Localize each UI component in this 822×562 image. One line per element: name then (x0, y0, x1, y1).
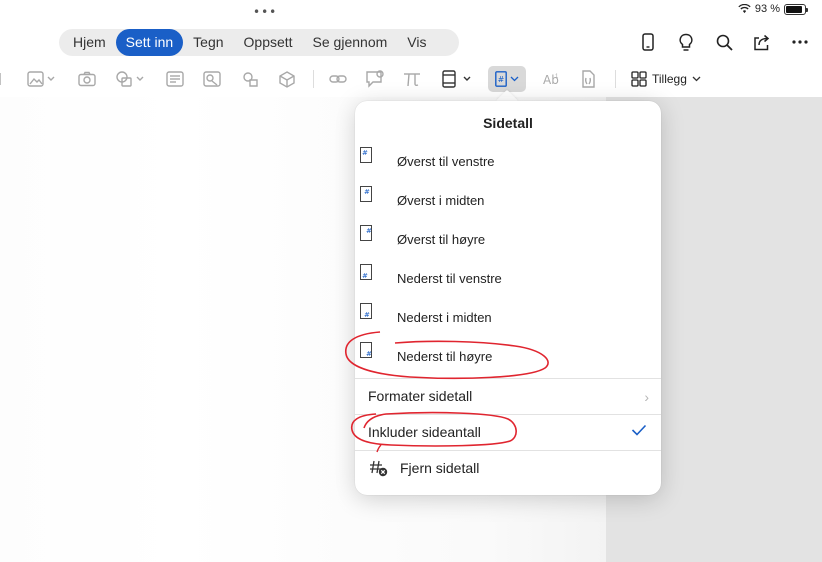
option-bottom-right[interactable]: # Nederst til høyre (355, 342, 661, 372)
format-label: Formater sidetall (368, 388, 473, 404)
tab-se-gjennom[interactable]: Se gjennom (303, 29, 398, 56)
multitasking-dots[interactable]: ••• (253, 5, 277, 19)
page-top-right-icon: # (360, 225, 372, 241)
equation-icon[interactable] (403, 64, 421, 94)
icons-icon[interactable] (241, 64, 259, 94)
option-label: Nederst i midten (397, 310, 492, 325)
include-page-count-row[interactable]: Inkluder sideantall (355, 415, 661, 449)
addins-icon (631, 71, 647, 87)
page-number-icon: # (495, 71, 507, 87)
tab-hjem[interactable]: Hjem (63, 29, 116, 56)
format-page-numbers-row[interactable]: Formater sidetall › (355, 379, 661, 413)
tab-tegn[interactable]: Tegn (183, 29, 233, 56)
link-icon[interactable] (329, 64, 347, 94)
remove-page-number-icon (370, 460, 388, 477)
remove-page-numbers-row[interactable]: Fjern sidetall (355, 451, 661, 485)
option-label: Øverst til venstre (397, 154, 495, 169)
checkmark-icon (631, 424, 647, 436)
option-bottom-left[interactable]: # Nederst til venstre (355, 264, 661, 294)
tab-vis[interactable]: Vis (397, 29, 436, 56)
shapes-icon[interactable] (115, 64, 149, 94)
lightbulb-icon[interactable] (676, 32, 696, 52)
option-label: Øverst til høyre (397, 232, 486, 247)
tab-oppsett[interactable]: Oppsett (234, 29, 303, 56)
page-number-button[interactable]: # (488, 66, 526, 92)
include-label: Inkluder sideantall (368, 424, 481, 440)
addins-label: Tillegg (652, 72, 687, 86)
ribbon-tabs: Hjem Sett inn Tegn Oppsett Se gjennom Vi… (59, 29, 459, 56)
textbox-icon[interactable] (166, 64, 184, 94)
tab-sett-inn[interactable]: Sett inn (115, 29, 184, 56)
option-label: Nederst til venstre (397, 271, 502, 286)
option-bottom-center[interactable]: # Nederst i midten (355, 303, 661, 333)
toolbar-divider (313, 70, 314, 88)
phone-icon[interactable] (638, 32, 658, 52)
option-label: Øverst i midten (397, 193, 485, 208)
page-number-popover: Sidetall # Øverst til venstre # Øverst i… (355, 101, 661, 495)
wordart-icon[interactable]: Ab 1 (542, 64, 560, 94)
insert-toolbar: # Ab 1 Tillegg (0, 64, 822, 94)
chevron-down-icon (510, 76, 519, 82)
option-top-left[interactable]: # Øverst til venstre (355, 147, 661, 177)
battery-icon (784, 3, 808, 15)
option-label: Nederst til høyre (397, 349, 493, 364)
camera-icon[interactable] (78, 64, 96, 94)
header-footer-icon[interactable] (441, 64, 473, 94)
field-icon[interactable] (579, 64, 597, 94)
svg-text:#: # (498, 75, 505, 84)
page-bottom-right-icon: # (360, 342, 372, 358)
addins-button[interactable]: Tillegg (631, 64, 701, 94)
toolbar-divider (615, 70, 616, 88)
chevron-right-icon: › (644, 389, 649, 405)
status-bar: 93 % (738, 3, 808, 15)
page-bottom-left-icon: # (360, 264, 372, 280)
picture-icon[interactable] (27, 64, 57, 94)
wifi-icon (738, 4, 751, 14)
option-top-center[interactable]: # Øverst i midten (355, 186, 661, 216)
comment-icon[interactable] (365, 64, 385, 94)
3d-model-icon[interactable] (278, 64, 296, 94)
top-actions (638, 32, 810, 52)
table-icon[interactable] (0, 64, 5, 94)
popover-title: Sidetall (483, 115, 533, 131)
share-icon[interactable] (752, 32, 772, 52)
option-top-right[interactable]: # Øverst til høyre (355, 225, 661, 255)
remove-label: Fjern sidetall (400, 460, 480, 476)
online-picture-icon[interactable] (203, 64, 221, 94)
page-bottom-center-icon: # (360, 303, 372, 319)
more-icon[interactable] (790, 32, 810, 52)
battery-percentage: 93 % (754, 3, 780, 15)
page-top-center-icon: # (360, 186, 372, 202)
search-icon[interactable] (714, 32, 734, 52)
page-top-left-icon: # (360, 147, 372, 163)
chevron-down-icon (692, 76, 701, 82)
